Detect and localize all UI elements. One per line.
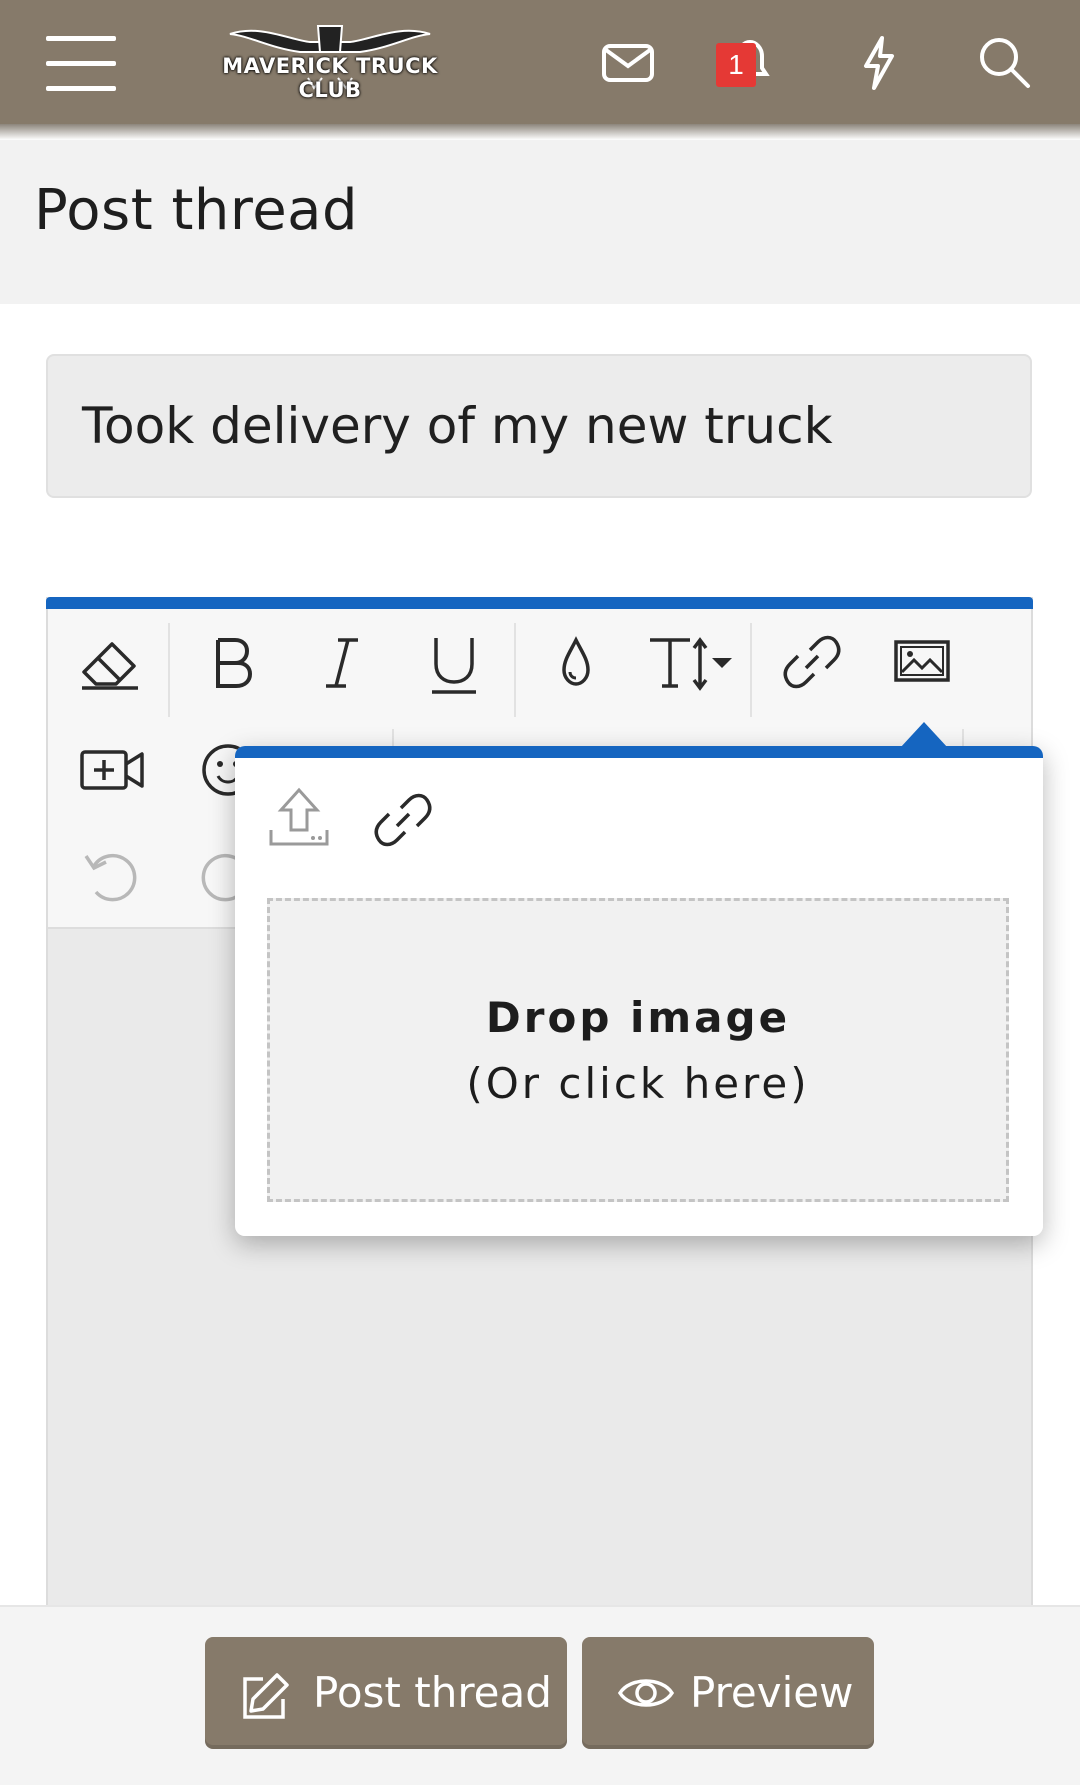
preview-label: Preview [690,1668,854,1717]
header-shadow [0,124,1080,140]
popup-top-bar [235,746,1043,758]
top-header [0,0,1080,124]
eye-icon [617,1679,675,1707]
logo-text: MAVERICK TRUCK CLUB [222,54,438,102]
page-title: Post thread [34,178,359,243]
post-thread-label: Post thread [313,1668,552,1717]
undo-icon[interactable] [68,832,152,916]
text-color-icon[interactable] [534,620,618,704]
edit-icon [243,1673,289,1719]
video-icon[interactable] [70,728,154,812]
underline-icon[interactable] [412,620,496,704]
notification-badge[interactable]: 1 [716,43,756,87]
upload-icon[interactable] [257,778,341,862]
lightning-icon[interactable] [848,32,908,92]
italic-icon[interactable] [300,620,384,704]
insert-image-popup: Drop image (Or click here) [235,746,1043,1236]
thread-title-input[interactable]: Took delivery of my new truck [46,354,1032,498]
search-icon[interactable] [974,32,1034,92]
eraser-icon[interactable] [68,620,152,704]
font-size-icon[interactable] [644,620,740,704]
preview-button[interactable]: Preview [582,1637,874,1749]
post-thread-button[interactable]: Post thread [205,1637,567,1749]
image-icon[interactable] [880,620,964,704]
editor-top-bar [46,597,1033,609]
image-dropzone[interactable]: Drop image (Or click here) [267,898,1009,1202]
envelope-icon[interactable] [598,32,658,92]
site-logo[interactable]: MAVERICK TRUCK CLUB [190,20,470,102]
image-url-link-icon[interactable] [361,778,445,862]
dropzone-subtitle: (Or click here) [466,1059,810,1108]
link-icon[interactable] [770,620,854,704]
dropzone-title: Drop image [485,993,791,1042]
bold-icon[interactable] [190,620,274,704]
popup-pointer [900,722,948,748]
menu-icon[interactable] [46,36,116,92]
